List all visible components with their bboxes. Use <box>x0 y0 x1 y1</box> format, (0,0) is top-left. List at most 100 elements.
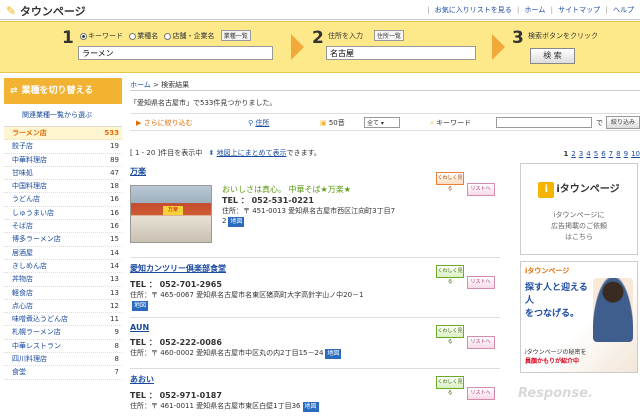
page-link[interactable]: 8 <box>616 150 620 158</box>
itownpage-promo-ad[interactable]: iタウンページ 探す人と迎える人 をつなげる。 iタウンページの秘密を 員顔かも… <box>520 261 638 373</box>
filter-address-link[interactable]: 住所 <box>255 119 269 127</box>
page-link[interactable]: 1 <box>563 150 568 158</box>
sidebar-category-item[interactable]: 餃子店 19 <box>4 140 122 154</box>
category-count: 18 <box>110 182 119 191</box>
sidebar-category-item[interactable]: きしめん店 14 <box>4 260 122 274</box>
site-logo[interactable]: ✎ タウンページ <box>6 3 86 19</box>
address-input[interactable]: 名古屋 <box>326 46 476 60</box>
favorites-link[interactable]: お気に入りリストを見る <box>435 6 512 14</box>
category-list-button[interactable]: 業種一覧 <box>220 30 251 41</box>
category-label: 四川料理店 <box>12 355 47 364</box>
sidebar-category-item[interactable]: 博多ラーメン店 15 <box>4 233 122 247</box>
page-link[interactable]: 9 <box>624 150 628 158</box>
category-label: うどん店 <box>12 195 40 204</box>
radio-icon <box>129 32 137 40</box>
add-to-list-button[interactable]: リストへ <box>466 183 495 196</box>
promo-person-image <box>593 278 633 342</box>
page-link[interactable]: 6 <box>601 150 605 158</box>
map-button[interactable]: 地図 <box>302 402 319 412</box>
result-count-message: 「愛知県名古屋市」で533件見つかりました。 <box>130 99 277 107</box>
sidebar-category-item[interactable]: うどん店 16 <box>4 193 122 207</box>
page-link[interactable]: 2 <box>571 150 575 158</box>
category-label: きしめん店 <box>12 261 47 270</box>
top-bar: ✎ タウンページ | お気に入りリストを見る | ホーム | サイトマップ | … <box>0 0 640 20</box>
shop-sign: 万楽 <box>163 206 183 215</box>
related-categories-link[interactable]: 関連業種一覧から選ぶ <box>4 104 122 127</box>
category-count: 9 <box>114 328 119 337</box>
category-label: 中華料理店 <box>12 155 47 164</box>
filter-keyword-input[interactable] <box>496 117 592 128</box>
sidebar-category-item[interactable]: 甘味処 47 <box>4 167 122 181</box>
search-type-radios: キーワード 業種名 店舗・企業名 業種一覧 <box>80 30 255 41</box>
page-link[interactable]: 4 <box>586 150 590 158</box>
radio-icon <box>164 32 172 40</box>
map-button[interactable]: 地図 <box>325 349 342 359</box>
breadcrumb-home[interactable]: ホーム <box>130 81 151 89</box>
search-panel: 1 キーワード 業種名 店舗・企業名 業種一覧 ラーメン 2 住所を入力 住所一… <box>0 21 640 73</box>
result-item: 愛知カンツリー倶楽部食堂 TEL ： 052-701-2965 住所：〒 465… <box>130 263 500 318</box>
sitemap-link[interactable]: サイトマップ <box>558 6 600 14</box>
radio-category[interactable]: 業種名 <box>129 32 158 40</box>
search-instruction: 検索ボタンをクリック <box>528 32 598 40</box>
top-links: | お気に入りリストを見る | ホーム | サイトマップ | ヘルプ <box>427 6 634 14</box>
category-label: 中華レストラン <box>12 341 61 350</box>
sidebar-category-item[interactable]: 札幌ラーメン店 9 <box>4 326 122 340</box>
page-link[interactable]: 7 <box>609 150 613 158</box>
category-count: 15 <box>110 235 119 244</box>
add-to-list-button[interactable]: リストへ <box>466 387 495 400</box>
search-button[interactable]: 検 索 <box>530 48 575 64</box>
category-count: 47 <box>110 168 119 177</box>
details-button[interactable]: くわしく見る <box>436 376 464 396</box>
category-count: 13 <box>110 275 119 284</box>
help-link[interactable]: ヘルプ <box>613 6 634 14</box>
details-button[interactable]: くわしく見る <box>436 325 464 345</box>
address-label: 住所を入力 <box>328 32 363 40</box>
category-count: 16 <box>110 195 119 204</box>
sidebar-category-item[interactable]: ラーメン店 533 <box>4 127 122 141</box>
map-button[interactable]: 地図 <box>132 301 149 311</box>
page-link[interactable]: 10 <box>631 150 640 158</box>
sidebar-category-item[interactable]: 軽食店 13 <box>4 287 122 300</box>
sort-icon: ▣ <box>320 119 329 127</box>
map-button[interactable]: 地図 <box>228 217 245 227</box>
add-to-list-button[interactable]: リストへ <box>466 336 495 349</box>
itownpage-logo: i iタウンページ <box>521 180 637 198</box>
result-address: 住所：〒 461-0011 愛知県名古屋市東区白壁1丁目36 <box>130 402 301 410</box>
category-label: 丼物店 <box>12 275 33 284</box>
sidebar-category-item[interactable]: 点心店 12 <box>4 300 122 314</box>
breadcrumb: ホーム > 検索結果 <box>130 78 640 91</box>
radio-shop[interactable]: 店舗・企業名 <box>164 32 214 40</box>
map-all-link[interactable]: 地図上にまとめて表示 <box>217 149 287 157</box>
add-to-list-button[interactable]: リストへ <box>466 276 495 289</box>
radio-keyword[interactable]: キーワード <box>80 32 123 40</box>
sidebar-category-item[interactable]: 中華レストラン 8 <box>4 340 122 354</box>
switch-arrows-icon: ⇄ <box>10 86 18 96</box>
category-count: 7 <box>114 368 119 377</box>
sidebar-category-item[interactable]: 四川料理店 8 <box>4 353 122 367</box>
sidebar: ⇄ 業種を切り替える 関連業種一覧から選ぶ ラーメン店 533 餃子店 19 中華料理店 8… <box>4 78 122 416</box>
details-button[interactable]: くわしく見る <box>436 265 464 285</box>
sidebar-category-item[interactable]: 中国料理店 18 <box>4 180 122 194</box>
details-button[interactable]: くわしく見る <box>436 172 464 192</box>
category-count: 19 <box>110 142 119 151</box>
address-list-button[interactable]: 住所一覧 <box>374 30 405 41</box>
range-text: [ 1 - 20 ]件目を表示中 <box>130 149 203 157</box>
sidebar-category-item[interactable]: そば店 16 <box>4 220 122 234</box>
sidebar-category-item[interactable]: 食堂 7 <box>4 366 122 380</box>
filter-button[interactable]: 絞り込み <box>606 116 640 129</box>
sidebar-category-item[interactable]: 味噌煮込うどん店 11 <box>4 313 122 327</box>
page-link[interactable]: 5 <box>594 150 598 158</box>
sidebar-category-item[interactable]: 居酒屋 14 <box>4 247 122 260</box>
keyword-input[interactable]: ラーメン <box>78 46 273 60</box>
filter-select[interactable]: 全て ▾ <box>364 117 400 128</box>
itownpage-ad[interactable]: i iタウンページ iタウンページに 広告掲載のご依頼 はこちら <box>520 163 638 255</box>
results-bar: [ 1 - 20 ]件目を表示中 ⬍ 地図上にまとめて表示できます。 12345… <box>130 149 640 158</box>
sidebar-category-item[interactable]: 中華料理店 89 <box>4 154 122 167</box>
sidebar-category-item[interactable]: 丼物店 13 <box>4 273 122 287</box>
page-link[interactable]: 3 <box>579 150 583 158</box>
sidebar-category-item[interactable]: しゅうまい店 16 <box>4 207 122 221</box>
category-count: 13 <box>110 288 119 297</box>
home-link[interactable]: ホーム <box>525 6 546 14</box>
i-logo-icon: i <box>538 182 555 198</box>
category-label: 点心店 <box>12 301 33 310</box>
